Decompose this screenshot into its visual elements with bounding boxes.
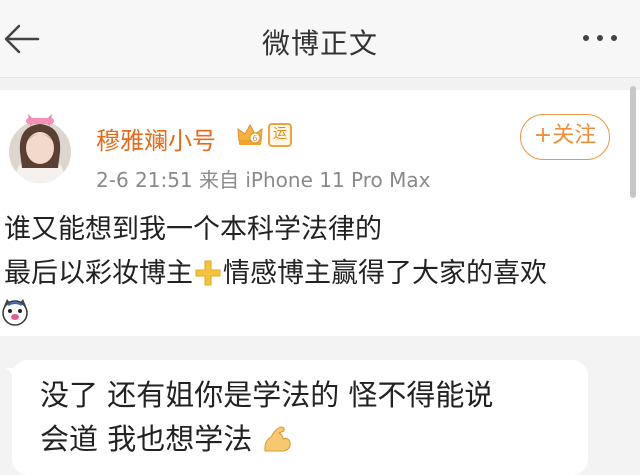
top-nav-bar: 微博正文	[0, 0, 640, 78]
comment-line: 会道 我也想学法	[40, 417, 580, 461]
follow-button[interactable]: +关注	[520, 114, 610, 160]
comment-line: 没了 还有姐你是学法的 怪不得能说	[40, 378, 494, 412]
scrollbar-thumb[interactable]	[630, 86, 636, 198]
post-text-line: 最后以彩妆博主 情感博主赢得了大家的喜欢	[4, 252, 624, 296]
flexed-biceps-icon	[261, 423, 293, 455]
yellow-plus-icon	[194, 257, 222, 286]
post-text-segment: 最后以彩妆博主	[4, 258, 193, 289]
page-title: 微博正文	[261, 27, 378, 60]
post-text-segment: 情感博主赢得了大家的喜欢	[223, 258, 547, 289]
post-text: 谁又能想到我一个本科学法律的 最后以彩妆博主 情感博主赢得了大家的喜欢	[4, 208, 624, 296]
post-meta: 2-6 21:51 来自 iPhone 11 Pro Max	[96, 168, 431, 192]
avatar[interactable]	[8, 104, 72, 184]
comment-text: 没了 还有姐你是学法的 怪不得能说 会道 我也想学法	[40, 373, 580, 461]
post-text-line: 谁又能想到我一个本科学法律的	[4, 214, 382, 245]
crown-icon: 6	[236, 121, 264, 147]
svg-text:6: 6	[252, 134, 257, 143]
member-badge: 运	[268, 123, 292, 147]
more-dots-icon[interactable]	[574, 18, 626, 58]
author-name[interactable]: 穆雅斓小号	[96, 121, 216, 156]
comment-line-text: 会道 我也想学法	[40, 422, 253, 456]
dog-emoji-icon	[0, 296, 30, 328]
section-gap	[0, 78, 640, 90]
